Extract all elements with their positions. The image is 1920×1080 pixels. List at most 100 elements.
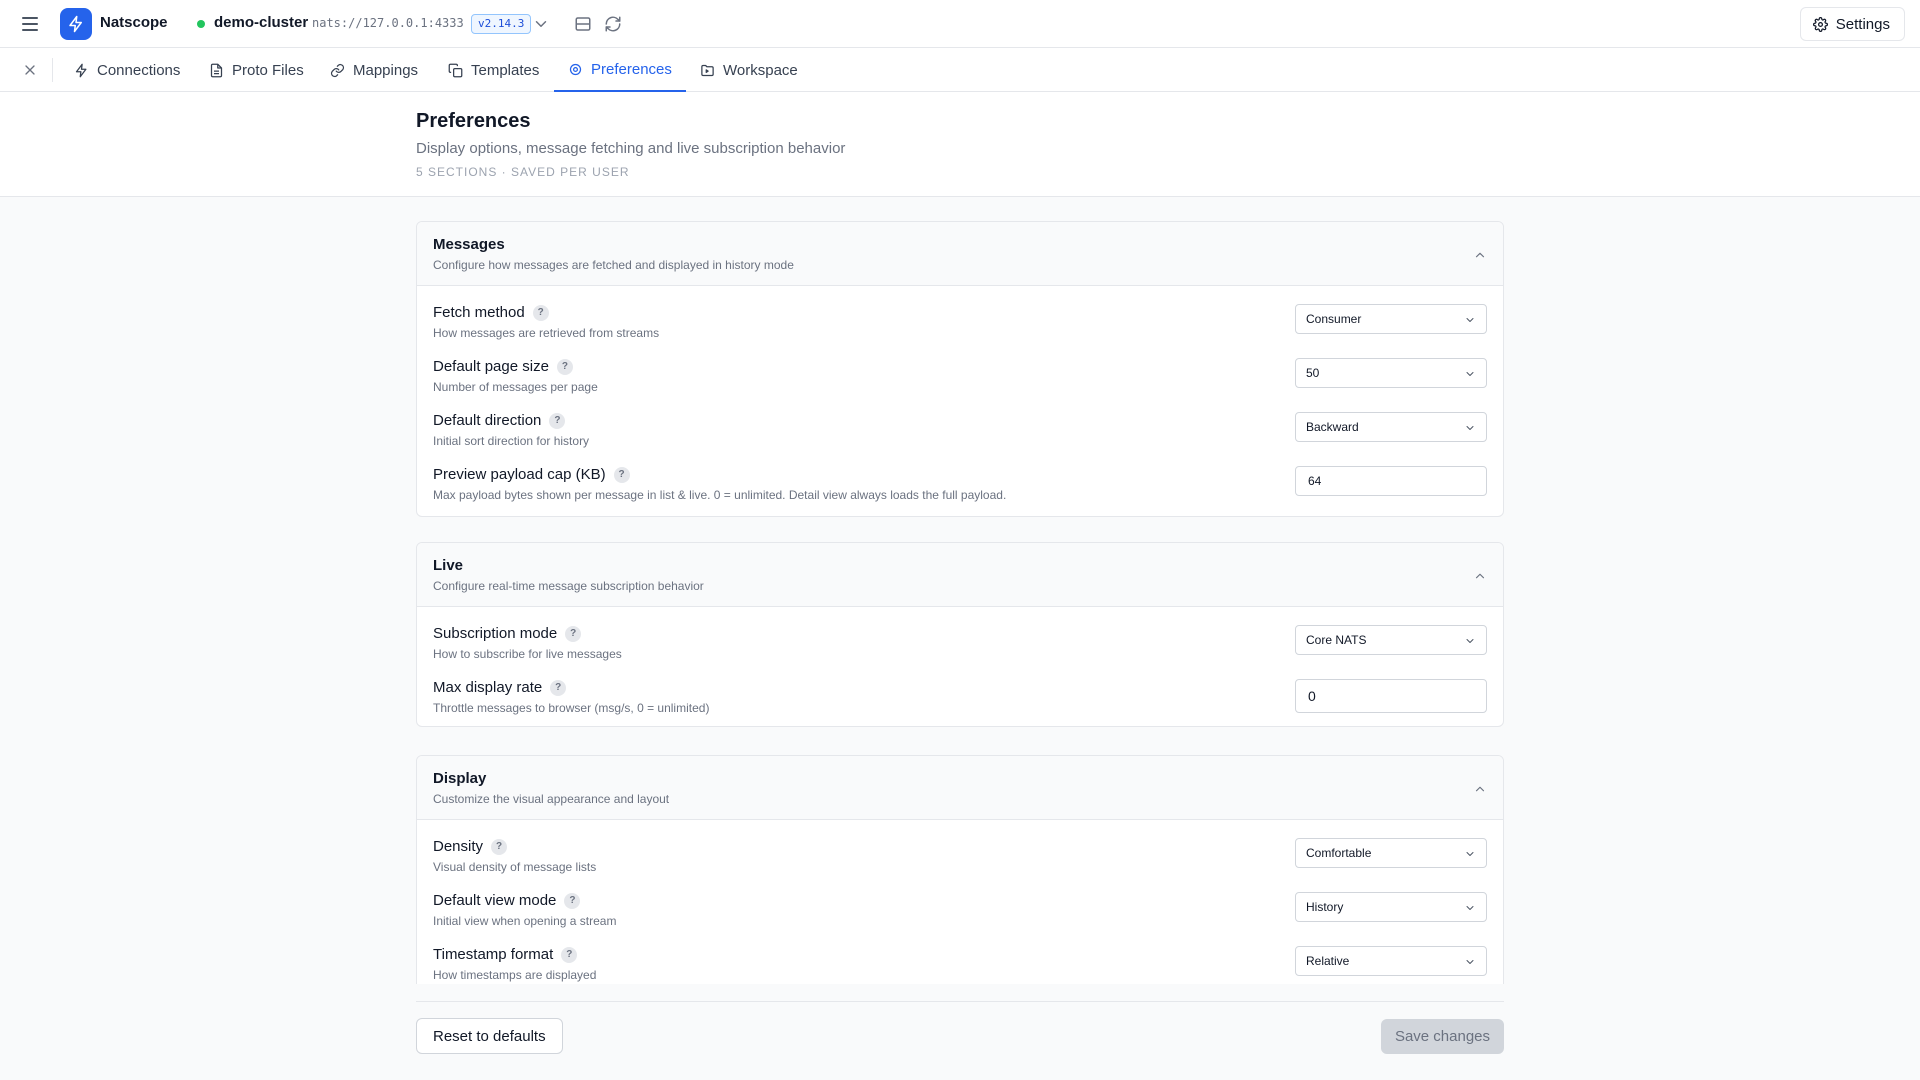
timestamp-format-label: Timestamp format <box>433 946 554 963</box>
timestamp-format-select[interactable]: Relative <box>1295 946 1487 976</box>
chevron-down-icon <box>1466 318 1474 322</box>
subscription-mode-label: Subscription mode <box>433 625 558 642</box>
setting-row-density: Density? Visual density of message lists… <box>417 826 1503 880</box>
version-badge: v2.14.3 <box>471 14 532 34</box>
direction-select[interactable]: Backward <box>1295 412 1487 442</box>
refresh-icon[interactable] <box>604 15 622 33</box>
tab-label: Proto Files <box>232 61 304 79</box>
file-icon <box>210 63 223 77</box>
chevron-down-icon <box>1466 372 1474 376</box>
density-label: Density <box>433 838 484 855</box>
link-icon <box>330 63 345 77</box>
chevron-down-icon <box>1466 639 1474 643</box>
chevron-up-icon[interactable] <box>1473 569 1487 583</box>
setting-row-payload-cap: Preview payload cap (KB)? Max payload by… <box>417 454 1503 508</box>
tab-preferences[interactable]: Preferences <box>554 48 686 92</box>
settings-button[interactable]: Settings <box>1799 7 1905 41</box>
tab-label: Connections <box>97 61 181 79</box>
section-description: Customize the visual appearance and layo… <box>433 792 670 806</box>
preferences-content[interactable]: Messages Configure how messages are fetc… <box>0 197 1920 984</box>
layout-icon[interactable] <box>574 15 592 33</box>
setting-row-direction: Default direction? Initial sort directio… <box>417 400 1503 454</box>
section-live: Live Configure real-time message subscri… <box>416 542 1504 727</box>
tab-proto-files[interactable]: Proto Files <box>195 48 318 92</box>
view-mode-label: Default view mode <box>433 892 557 909</box>
help-icon[interactable]: ? <box>565 625 582 642</box>
tab-mappings[interactable]: Mappings <box>316 48 432 92</box>
setting-row-view-mode: Default view mode? Initial view when ope… <box>417 880 1503 934</box>
setting-label: Fetch method? <box>433 304 549 321</box>
select-value: History <box>1306 900 1344 914</box>
page-size-select[interactable]: 50 <box>1295 358 1487 388</box>
section-messages: Messages Configure how messages are fetc… <box>416 221 1504 517</box>
close-icon[interactable] <box>22 62 38 78</box>
chevron-up-icon[interactable] <box>1473 782 1487 796</box>
help-icon[interactable]: ? <box>549 412 566 429</box>
help-icon[interactable]: ? <box>556 358 573 375</box>
setting-description: How to subscribe for live messages <box>433 647 622 661</box>
app-logo <box>60 8 92 40</box>
help-icon[interactable]: ? <box>561 946 578 963</box>
menu-icon[interactable] <box>22 14 42 34</box>
setting-description: Visual density of message lists <box>433 860 597 874</box>
tab-templates[interactable]: Templates <box>434 48 553 92</box>
help-icon[interactable]: ? <box>613 466 630 483</box>
footer-divider <box>416 1001 1504 1002</box>
cluster-switcher-chevron-icon[interactable] <box>532 15 550 33</box>
cluster-name: demo-cluster <box>214 14 309 31</box>
tab-connections[interactable]: Connections <box>60 48 194 92</box>
section-header-messages[interactable]: Messages Configure how messages are fetc… <box>417 222 1503 286</box>
cluster-url: nats://127.0.0.1:4333 <box>312 16 464 30</box>
help-icon[interactable]: ? <box>550 679 567 696</box>
payload-cap-input[interactable] <box>1295 466 1487 496</box>
reset-to-defaults-button[interactable]: Reset to defaults <box>416 1018 563 1054</box>
max-rate-label: Max display rate <box>433 679 543 696</box>
bolt-icon <box>69 15 82 33</box>
density-select[interactable]: Comfortable <box>1295 838 1487 868</box>
chevron-down-icon <box>1466 906 1474 910</box>
help-icon[interactable]: ? <box>532 304 549 321</box>
setting-label: Default direction? <box>433 412 566 429</box>
help-icon[interactable]: ? <box>564 892 581 909</box>
chevron-up-icon[interactable] <box>1473 248 1487 262</box>
section-header-display[interactable]: Display Customize the visual appearance … <box>417 756 1503 820</box>
tab-label: Workspace <box>723 61 798 79</box>
select-value: Core NATS <box>1306 633 1367 647</box>
payload-cap-label: Preview payload cap (KB) <box>433 466 606 483</box>
section-title: Live <box>433 557 464 574</box>
copy-icon <box>448 63 463 77</box>
setting-label: Timestamp format? <box>433 946 578 963</box>
select-value: Backward <box>1306 420 1359 434</box>
select-value: Relative <box>1306 954 1350 968</box>
chevron-down-icon <box>1466 960 1474 964</box>
tab-bar: Connections Proto Files Mappings Templat… <box>0 48 1920 92</box>
view-mode-select[interactable]: History <box>1295 892 1487 922</box>
top-bar: Natscope demo-cluster nats://127.0.0.1:4… <box>0 0 1920 48</box>
setting-label: Max display rate? <box>433 679 567 696</box>
max-rate-input[interactable] <box>1295 679 1487 713</box>
setting-label: Preview payload cap (KB)? <box>433 466 630 483</box>
save-changes-button[interactable]: Save changes <box>1381 1019 1504 1054</box>
setting-row-max-rate: Max display rate? Throttle messages to b… <box>417 667 1503 721</box>
tab-workspace[interactable]: Workspace <box>686 48 812 92</box>
connection-status-dot <box>197 20 205 28</box>
select-value: Comfortable <box>1306 846 1372 860</box>
setting-label: Subscription mode? <box>433 625 582 642</box>
setting-description: Initial view when opening a stream <box>433 914 617 928</box>
setting-label: Default view mode? <box>433 892 581 909</box>
setting-row-subscription-mode: Subscription mode? How to subscribe for … <box>417 613 1503 667</box>
fetch-method-select[interactable]: Consumer <box>1295 304 1487 334</box>
gear-icon <box>569 63 582 75</box>
setting-description: Number of messages per page <box>433 380 598 394</box>
subscription-mode-select[interactable]: Core NATS <box>1295 625 1487 655</box>
page-title: Preferences <box>416 110 531 132</box>
page-size-label: Default page size <box>433 358 549 375</box>
section-header-live[interactable]: Live Configure real-time message subscri… <box>417 543 1503 607</box>
setting-description: Max payload bytes shown per message in l… <box>433 488 1007 502</box>
select-value: 50 <box>1306 366 1320 380</box>
help-icon[interactable]: ? <box>491 838 508 855</box>
tab-label: Mappings <box>353 61 419 79</box>
setting-description: How messages are retrieved from streams <box>433 326 660 340</box>
setting-description: Initial sort direction for history <box>433 434 590 448</box>
section-title: Display <box>433 770 487 787</box>
